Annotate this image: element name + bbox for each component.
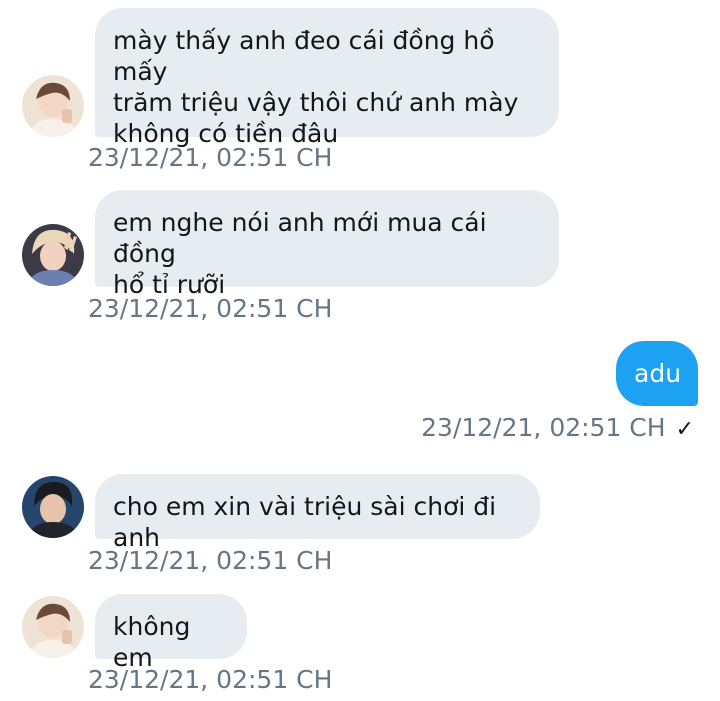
message-bubble-outgoing[interactable]: adu: [616, 341, 698, 406]
message-timestamp: 23/12/21, 02:51 CH: [88, 294, 333, 323]
message-timestamp: 23/12/21, 02:51 CH ✓: [421, 413, 694, 442]
sender-avatar[interactable]: [22, 224, 84, 286]
message-timestamp-text: 23/12/21, 02:51 CH: [421, 413, 666, 442]
check-icon: ✓: [675, 417, 694, 442]
message-bubble[interactable]: không em: [95, 594, 247, 672]
sender-avatar[interactable]: [22, 476, 84, 538]
message-bubble[interactable]: em nghe nói anh mới mua cái đồng hổ tỉ r…: [95, 190, 559, 299]
message-timestamp: 23/12/21, 02:51 CH: [88, 546, 333, 575]
sender-avatar[interactable]: [22, 75, 84, 137]
message-timestamp: 23/12/21, 02:51 CH: [88, 665, 333, 694]
sender-avatar[interactable]: [22, 596, 84, 658]
message-bubble[interactable]: mày thấy anh đeo cái đồng hồ mấy trăm tr…: [95, 8, 559, 148]
message-timestamp: 23/12/21, 02:51 CH: [88, 143, 333, 172]
message-bubble[interactable]: cho em xin vài triệu sài chơi đi anh: [95, 474, 540, 552]
